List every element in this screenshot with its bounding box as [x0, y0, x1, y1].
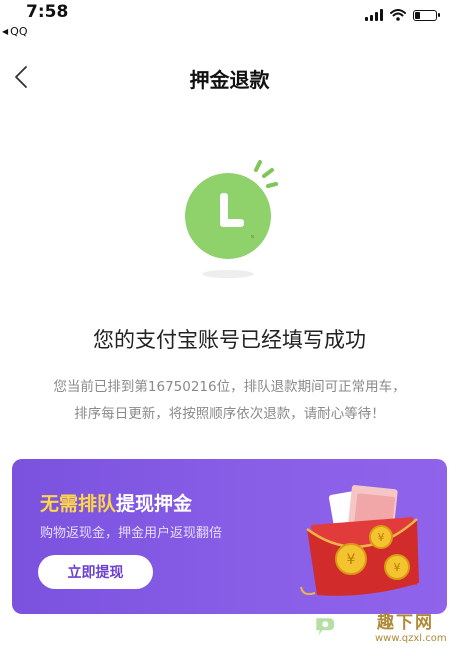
- promo-banner[interactable]: 无需排队提现押金 购物返现金，押金用户返现翻倍 立即提现 ¥ ¥ ¥: [12, 459, 447, 614]
- navigation-bar: 押金退款: [0, 52, 459, 102]
- banner-title-rest: 提现押金: [116, 493, 193, 515]
- success-headline: 您的支付宝账号已经填写成功: [93, 328, 366, 352]
- red-envelope-icon: ¥ ¥ ¥: [300, 485, 419, 596]
- signal-icon: [365, 9, 383, 21]
- page-title: 押金退款: [189, 68, 270, 92]
- back-app-label: QQ: [10, 25, 28, 38]
- wifi-icon: [390, 9, 406, 21]
- svg-text:¥: ¥: [394, 561, 401, 574]
- svg-text:¥: ¥: [378, 531, 385, 544]
- status-time: 7:58: [26, 2, 69, 22]
- back-to-app-link[interactable]: ◀ QQ: [2, 25, 27, 38]
- banner-subtitle: 购物返现金，押金用户返现翻倍: [40, 526, 223, 541]
- status-icons: [365, 9, 440, 21]
- back-triangle-icon: ◀: [2, 27, 9, 36]
- banner-title-highlight: 无需排队: [40, 493, 117, 515]
- status-bar: 7:58 ◀ QQ: [0, 0, 459, 44]
- svg-text:¥: ¥: [347, 552, 356, 568]
- queue-description-line1: 您当前已排到第16750216位，排队退款期间可正常用车，: [53, 379, 406, 395]
- banner-title: 无需排队提现押金: [40, 489, 192, 516]
- battery-icon: [413, 9, 440, 21]
- queue-description-line2: 排序每日更新，将按照顺序依次退款，请耐心等待！: [74, 406, 385, 422]
- clock-illustration: [176, 160, 286, 280]
- withdraw-now-button[interactable]: 立即提现: [38, 555, 153, 589]
- watermark-brand: 趣下网: [377, 613, 434, 633]
- clock-icon: [185, 160, 278, 278]
- watermark-url: www.qzxl.com: [375, 633, 447, 644]
- watermark-logo: [316, 618, 335, 636]
